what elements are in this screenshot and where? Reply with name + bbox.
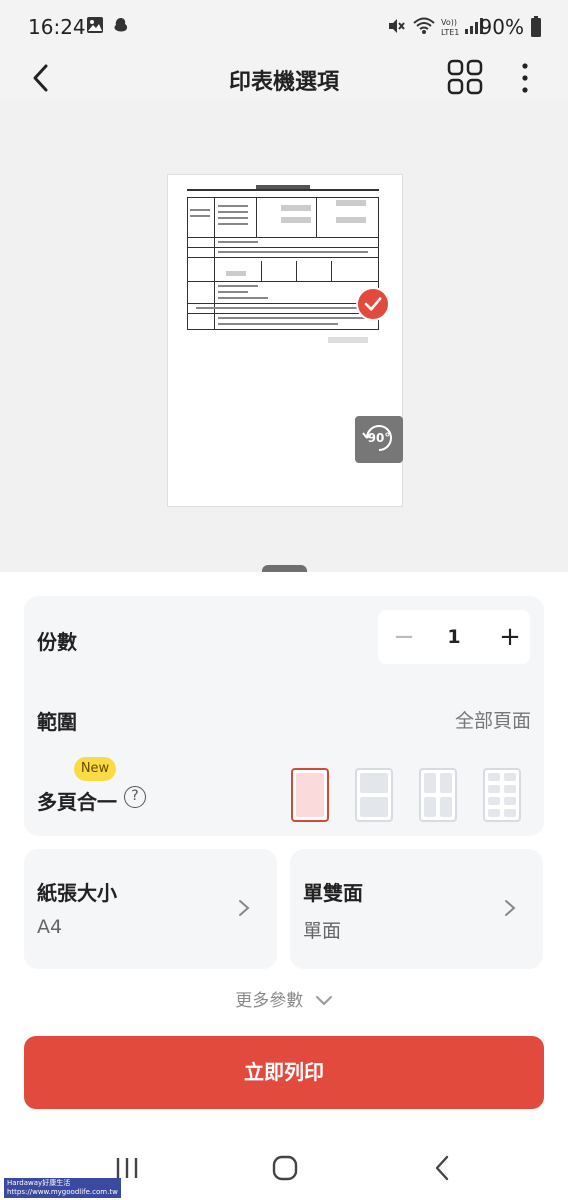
document-preview-image	[187, 185, 379, 343]
copies-value: 1	[447, 626, 461, 648]
range-label: 範圍	[37, 710, 77, 734]
copies-stepper: − 1 +	[378, 610, 530, 664]
duplex-label: 單雙面	[303, 881, 363, 905]
more-options-icon[interactable]	[514, 58, 536, 98]
home-icon[interactable]	[270, 1152, 300, 1184]
app-notification-icon	[114, 18, 128, 32]
app-header: 印表機選項	[0, 56, 568, 100]
increase-copies-button[interactable]: +	[494, 616, 526, 658]
grid-view-icon[interactable]	[446, 58, 484, 96]
paper-size-value: A4	[37, 916, 63, 938]
more-parameters-toggle[interactable]: 更多參數	[0, 986, 568, 1011]
chevron-right-icon	[505, 900, 516, 916]
back-button[interactable]	[26, 60, 56, 96]
gallery-icon	[87, 17, 103, 33]
range-selector[interactable]: 全部頁面	[455, 706, 531, 733]
mute-icon	[389, 19, 405, 33]
rotate-label: 90°	[367, 431, 391, 445]
duplex-card[interactable]: 單雙面 單面	[290, 849, 543, 969]
copies-label: 份數	[37, 630, 77, 654]
decrease-copies-button[interactable]: −	[388, 616, 420, 658]
chevron-down-icon	[315, 996, 332, 1006]
print-preview-area: 90° 1/1	[0, 100, 568, 595]
watermark: Hardaway好康生活 https://www.mygoodlife.com.…	[4, 1178, 121, 1198]
layout-option-2-up[interactable]	[355, 768, 393, 822]
svg-text:LTE1: LTE1	[441, 28, 459, 37]
pages-per-sheet-label: 多頁合一	[37, 790, 117, 814]
chevron-right-icon	[239, 900, 250, 916]
more-parameters-label: 更多參數	[235, 991, 304, 1011]
battery-percentage: 90%	[479, 15, 524, 39]
selected-check-icon	[356, 287, 390, 321]
print-now-button[interactable]: 立即列印	[24, 1036, 544, 1109]
print-settings-sheet: 份數 − 1 + 範圍 全部頁面 New 多頁合一 ? 紙張大小 A4 單雙面 …	[0, 572, 568, 1200]
rotate-button[interactable]: 90°	[355, 416, 403, 463]
svg-text:Vo)): Vo))	[441, 18, 457, 27]
layout-option-1-up[interactable]	[291, 768, 329, 822]
watermark-line2: https://www.mygoodlife.com.tw	[7, 1188, 118, 1196]
wifi-icon	[413, 17, 435, 34]
paper-size-label: 紙張大小	[37, 881, 117, 905]
new-badge: New	[74, 757, 116, 781]
status-bar: 16:24 Vo)) LTE1 90%	[0, 0, 568, 56]
watermark-line1: Hardaway好康生活	[7, 1179, 71, 1187]
status-time: 16:24	[28, 15, 86, 39]
layout-option-4-up[interactable]	[419, 768, 457, 822]
volte-lte-icon: Vo)) LTE1	[441, 18, 459, 37]
help-icon[interactable]: ?	[124, 786, 146, 808]
duplex-value: 單面	[303, 920, 342, 942]
battery-icon	[531, 16, 541, 37]
back-nav-icon[interactable]	[428, 1152, 458, 1184]
layout-option-8-up[interactable]	[483, 768, 521, 822]
main-settings-card: 份數 − 1 + 範圍 全部頁面 New 多頁合一 ?	[24, 596, 544, 836]
paper-size-card[interactable]: 紙張大小 A4	[24, 849, 277, 969]
